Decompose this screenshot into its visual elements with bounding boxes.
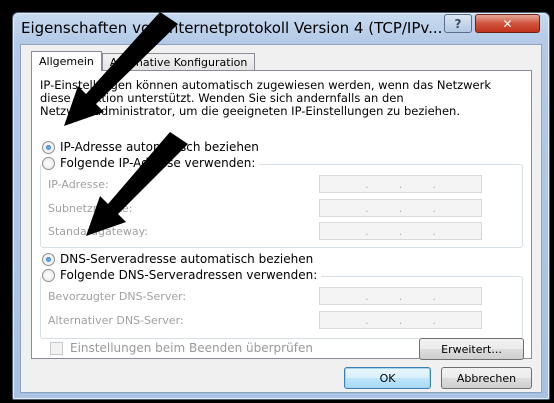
close-button[interactable]: ✕ — [475, 14, 540, 33]
dns-alternate-label: Alternativer DNS-Server: — [48, 314, 184, 327]
validate-label: Einstellungen beim Beenden überprüfen — [70, 341, 313, 355]
ip-manual-radio[interactable] — [42, 156, 55, 170]
dialog-client-area: Allgemein Alternative Konfiguration IP-E… — [20, 44, 542, 393]
title-bar: Eigenschaften von Internetprotokoll Vers… — [13, 13, 549, 43]
dns-manual-label: Folgende DNS-Serveradressen verwenden: — [60, 268, 318, 282]
ip-manual-option[interactable]: Folgende IP-Adresse verwenden: — [42, 156, 260, 170]
ip-address-label: IP-Adresse: — [48, 178, 109, 191]
dns-auto-option[interactable]: DNS-Serveradresse automatisch beziehen — [42, 252, 313, 266]
gateway-field[interactable]: ... — [319, 222, 482, 240]
dns-manual-group — [40, 276, 523, 339]
tab-alternate-configuration[interactable]: Alternative Konfiguration — [101, 53, 256, 71]
validate-checkbox[interactable] — [50, 341, 63, 355]
dns-auto-label: DNS-Serveradresse automatisch beziehen — [60, 252, 314, 266]
gateway-label: Standardgateway: — [48, 225, 148, 238]
ok-button[interactable]: OK — [344, 367, 431, 389]
help-button[interactable]: ? — [444, 14, 472, 33]
ip-auto-radio[interactable] — [42, 140, 55, 154]
tab-general[interactable]: Allgemein — [31, 51, 102, 71]
properties-dialog: Eigenschaften von Internetprotokoll Vers… — [12, 12, 550, 400]
general-tab-panel: IP-Einstellungen können automatisch zuge… — [31, 70, 532, 360]
validate-option[interactable]: Einstellungen beim Beenden überprüfen — [50, 341, 313, 355]
dns-auto-radio[interactable] — [42, 252, 55, 266]
dns-manual-radio[interactable] — [42, 268, 55, 282]
ip-auto-option[interactable]: IP-Adresse automatisch beziehen — [42, 140, 259, 154]
ip-auto-label: IP-Adresse automatisch beziehen — [60, 140, 259, 154]
ip-manual-label: Folgende IP-Adresse verwenden: — [60, 156, 256, 170]
subnet-mask-field[interactable]: ... — [319, 199, 482, 217]
dns-preferred-field[interactable]: ... — [319, 287, 482, 305]
dns-alternate-field[interactable]: ... — [319, 311, 482, 329]
advanced-button[interactable]: Erweitert... — [419, 338, 524, 360]
cancel-button[interactable]: Abbrechen — [441, 367, 532, 389]
subnet-mask-label: Subnetzmaske: — [48, 202, 133, 215]
tab-strip: Allgemein Alternative Konfiguration — [31, 51, 256, 71]
description-text: IP-Einstellungen können automatisch zuge… — [40, 78, 491, 118]
dns-preferred-label: Bevorzugter DNS-Server: — [48, 290, 187, 303]
window-title: Eigenschaften von Internetprotokoll Vers… — [21, 19, 443, 37]
ip-address-field[interactable]: ... — [319, 175, 482, 193]
dns-manual-option[interactable]: Folgende DNS-Serveradressen verwenden: — [42, 268, 322, 282]
